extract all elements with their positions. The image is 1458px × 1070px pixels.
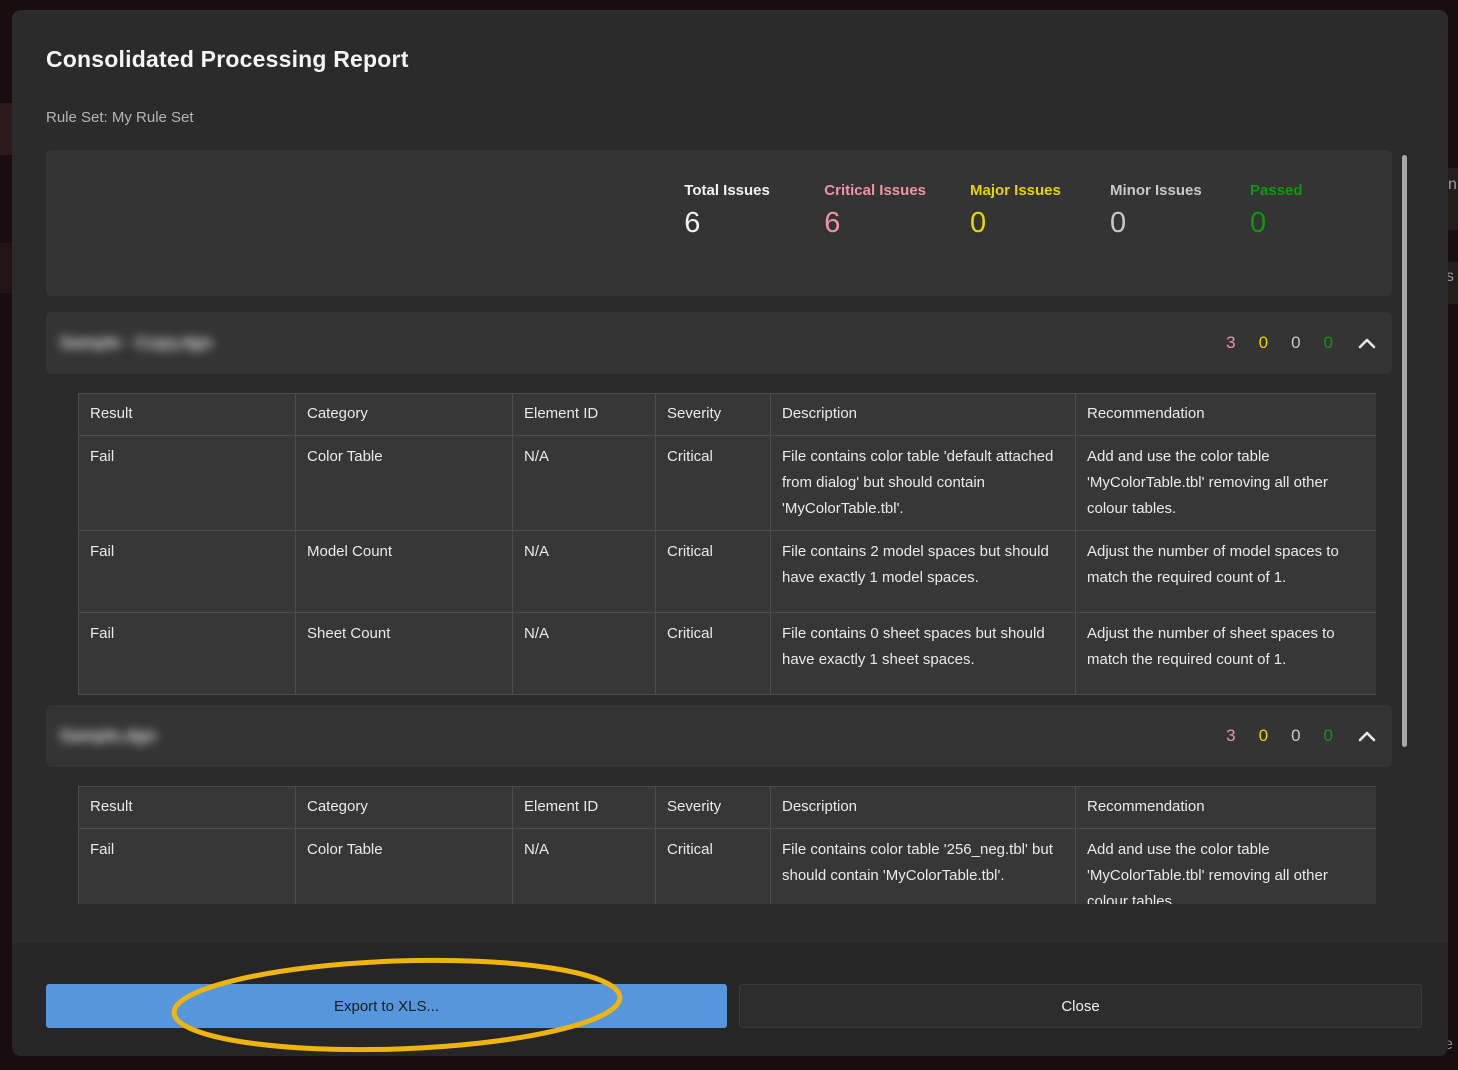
section-issue-counts: 3 0 0 0: [1226, 333, 1376, 353]
stat-total-issues: Total Issues 6: [684, 182, 780, 240]
issues-table: Result Category Element ID Severity Desc…: [78, 786, 1376, 904]
table-row[interactable]: Fail Sheet Count N/A Critical File conta…: [79, 613, 1377, 695]
stat-label: Major Issues: [970, 182, 1066, 199]
description-cell: File contains 2 model spaces but should …: [771, 531, 1076, 613]
element-id-cell: N/A: [513, 531, 656, 613]
column-header: Result: [79, 394, 296, 436]
category-cell: Sheet Count: [296, 613, 513, 695]
section-major-count: 0: [1259, 333, 1268, 353]
issues-table-container: Result Category Element ID Severity Desc…: [78, 393, 1376, 695]
stat-label: Total Issues: [684, 182, 780, 199]
severity-cell: Critical: [656, 829, 771, 905]
column-header: Recommendation: [1076, 787, 1377, 829]
stat-label: Minor Issues: [1110, 182, 1206, 199]
section-minor-count: 0: [1291, 726, 1300, 746]
stat-label: Critical Issues: [824, 182, 926, 199]
section-critical-count: 3: [1226, 726, 1235, 746]
section-critical-count: 3: [1226, 333, 1235, 353]
background-text-fragment: n: [1448, 176, 1457, 194]
stat-value: 0: [1250, 207, 1346, 240]
dialog-title: Consolidated Processing Report: [46, 46, 409, 73]
stat-critical-issues: Critical Issues 6: [824, 182, 926, 240]
category-cell: Model Count: [296, 531, 513, 613]
element-id-cell: N/A: [513, 613, 656, 695]
file-section-header[interactable]: Sample.dgn 3 0 0 0: [46, 705, 1392, 767]
file-name-blurred: Sample - Copy.dgn: [60, 333, 213, 353]
stat-passed: Passed 0: [1250, 182, 1346, 240]
background-band: [0, 103, 12, 155]
column-header: Category: [296, 787, 513, 829]
file-name-blurred: Sample.dgn: [60, 726, 156, 746]
table-header-row: Result Category Element ID Severity Desc…: [79, 787, 1377, 829]
dialog-footer: Export to XLS... Close: [12, 943, 1448, 1056]
table-row[interactable]: Fail Model Count N/A Critical File conta…: [79, 531, 1377, 613]
table-row[interactable]: Fail Color Table N/A Critical File conta…: [79, 829, 1377, 905]
table-header-row: Result Category Element ID Severity Desc…: [79, 394, 1377, 436]
section-major-count: 0: [1259, 726, 1268, 746]
element-id-cell: N/A: [513, 436, 656, 531]
result-cell: Fail: [79, 531, 296, 613]
stat-value: 6: [824, 207, 926, 240]
background-band: [0, 243, 12, 293]
file-section-2: Sample.dgn 3 0 0 0 Result Category: [46, 705, 1392, 904]
file-section-header[interactable]: Sample - Copy.dgn 3 0 0 0: [46, 312, 1392, 374]
result-cell: Fail: [79, 436, 296, 531]
description-cell: File contains color table '256_neg.tbl' …: [771, 829, 1076, 905]
severity-cell: Critical: [656, 436, 771, 531]
column-header: Severity: [656, 787, 771, 829]
issues-table-container: Result Category Element ID Severity Desc…: [78, 786, 1376, 904]
file-section-1: Sample - Copy.dgn 3 0 0 0 Result Catego: [46, 312, 1392, 695]
recommendation-cell: Adjust the number of sheet spaces to mat…: [1076, 613, 1377, 695]
summary-stats-box: Total Issues 6 Critical Issues 6 Major I…: [46, 150, 1392, 296]
category-cell: Color Table: [296, 436, 513, 531]
close-button[interactable]: Close: [739, 984, 1422, 1028]
result-cell: Fail: [79, 613, 296, 695]
column-header: Recommendation: [1076, 394, 1377, 436]
section-passed-count: 0: [1324, 726, 1333, 746]
recommendation-cell: Add and use the color table 'MyColorTabl…: [1076, 436, 1377, 531]
issues-table: Result Category Element ID Severity Desc…: [78, 393, 1376, 695]
recommendation-cell: Adjust the number of model spaces to mat…: [1076, 531, 1377, 613]
column-header: Description: [771, 787, 1076, 829]
section-passed-count: 0: [1324, 333, 1333, 353]
description-cell: File contains color table 'default attac…: [771, 436, 1076, 531]
stat-minor-issues: Minor Issues 0: [1110, 182, 1206, 240]
severity-cell: Critical: [656, 531, 771, 613]
column-header: Element ID: [513, 394, 656, 436]
description-cell: File contains 0 sheet spaces but should …: [771, 613, 1076, 695]
recommendation-cell: Add and use the color table 'MyColorTabl…: [1076, 829, 1377, 905]
export-to-xls-button[interactable]: Export to XLS...: [46, 984, 727, 1028]
stat-label: Passed: [1250, 182, 1346, 199]
rule-set-label: Rule Set: My Rule Set: [46, 109, 194, 126]
result-cell: Fail: [79, 829, 296, 905]
table-row[interactable]: Fail Color Table N/A Critical File conta…: [79, 436, 1377, 531]
column-header: Severity: [656, 394, 771, 436]
column-header: Element ID: [513, 787, 656, 829]
column-header: Description: [771, 394, 1076, 436]
stat-major-issues: Major Issues 0: [970, 182, 1066, 240]
severity-cell: Critical: [656, 613, 771, 695]
chevron-up-icon[interactable]: [1358, 337, 1376, 349]
column-header: Result: [79, 787, 296, 829]
vertical-scrollbar-thumb[interactable]: [1402, 155, 1407, 747]
stat-value: 0: [970, 207, 1066, 240]
element-id-cell: N/A: [513, 829, 656, 905]
section-issue-counts: 3 0 0 0: [1226, 726, 1376, 746]
stat-value: 0: [1110, 207, 1206, 240]
category-cell: Color Table: [296, 829, 513, 905]
column-header: Category: [296, 394, 513, 436]
section-minor-count: 0: [1291, 333, 1300, 353]
stat-value: 6: [684, 207, 780, 240]
chevron-up-icon[interactable]: [1358, 730, 1376, 742]
consolidated-processing-report-dialog: Consolidated Processing Report Rule Set:…: [12, 10, 1448, 1056]
